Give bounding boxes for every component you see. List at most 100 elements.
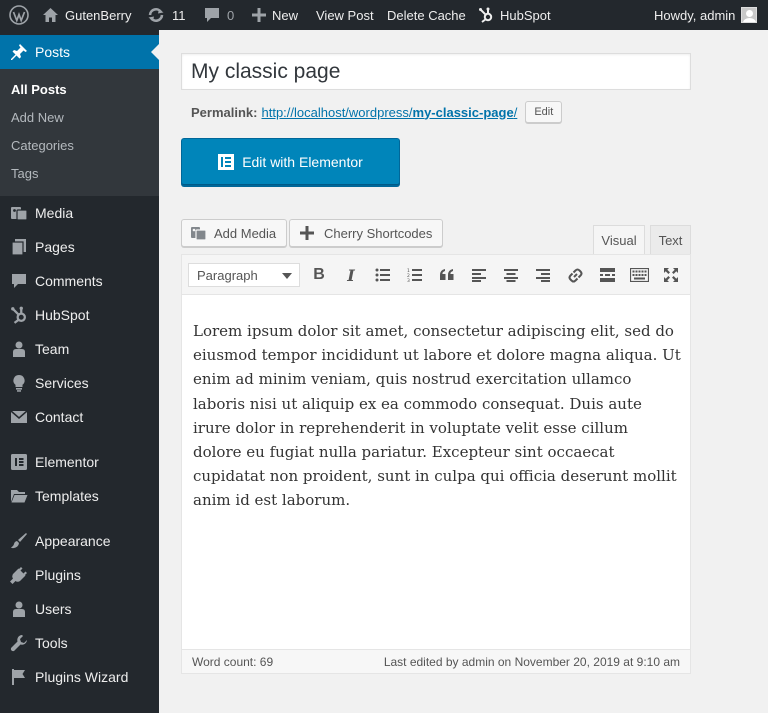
sidebar-item-templates[interactable]: Templates bbox=[0, 479, 159, 513]
svg-text:3: 3 bbox=[407, 278, 410, 282]
sidebar-item-label: Team bbox=[35, 341, 70, 357]
comments-link[interactable]: 0 bbox=[203, 0, 234, 30]
wrench-icon bbox=[0, 634, 35, 652]
site-name-link[interactable]: GutenBerry bbox=[42, 0, 131, 30]
sidebar-item-media[interactable]: Media bbox=[0, 196, 159, 230]
editor-content[interactable]: Lorem ipsum dolor sit amet, consectetur … bbox=[193, 319, 681, 513]
howdy-label: Howdy, admin bbox=[654, 7, 736, 23]
align-right-button[interactable] bbox=[532, 265, 554, 285]
sidebar-item-comments[interactable]: Comments bbox=[0, 264, 159, 298]
add-media-button[interactable]: Add Media bbox=[181, 219, 288, 247]
permalink-row: Permalink: http://localhost/wordpress/my… bbox=[191, 101, 563, 123]
home-icon bbox=[43, 8, 58, 22]
bold-icon: B bbox=[313, 266, 325, 283]
format-select[interactable]: Paragraph bbox=[188, 263, 300, 287]
sidebar-item-label: Plugins Wizard bbox=[35, 669, 129, 685]
view-post-label: View Post bbox=[316, 7, 374, 23]
sidebar-item-label: Services bbox=[35, 375, 89, 391]
sidebar-item-plugins-wizard[interactable]: Plugins Wizard bbox=[0, 660, 159, 694]
sidebar-item-label: Contact bbox=[35, 409, 84, 425]
submenu-categories[interactable]: Categories bbox=[11, 138, 74, 153]
person-icon bbox=[0, 340, 35, 358]
italic-button[interactable]: I bbox=[340, 265, 362, 285]
word-count: Word count: 69 bbox=[192, 654, 274, 669]
new-label: New bbox=[272, 7, 299, 23]
edit-slug-button[interactable]: Edit bbox=[525, 101, 563, 123]
align-left-button[interactable] bbox=[468, 265, 490, 285]
sidebar-item-label: Elementor bbox=[35, 454, 99, 470]
edit-with-elementor-button[interactable]: Edit with Elementor bbox=[181, 138, 400, 185]
sidebar-item-appearance[interactable]: Appearance bbox=[0, 524, 159, 558]
submenu-all-posts[interactable]: All Posts bbox=[11, 82, 67, 97]
updates-count: 11 bbox=[172, 7, 186, 23]
toolbar-toggle-button[interactable] bbox=[628, 265, 650, 285]
new-content-link[interactable]: New bbox=[252, 0, 298, 30]
comments-icon bbox=[0, 272, 35, 290]
chevron-down-icon bbox=[282, 273, 292, 279]
my-account-link[interactable]: Howdy, admin bbox=[654, 0, 758, 30]
fullscreen-icon bbox=[664, 268, 678, 282]
bold-button[interactable]: B bbox=[308, 265, 330, 285]
read-more-button[interactable] bbox=[596, 265, 618, 285]
sidebar-item-label: Users bbox=[35, 601, 72, 617]
comment-icon bbox=[205, 8, 219, 22]
sidebar-item-label: Templates bbox=[35, 488, 99, 504]
tab-text-label: Text bbox=[658, 233, 683, 248]
sidebar-item-hubspot[interactable]: HubSpot bbox=[0, 298, 159, 332]
tab-visual-label: Visual bbox=[601, 233, 637, 248]
elementor-button-label: Edit with Elementor bbox=[242, 153, 363, 170]
hubspot-adminbar-link[interactable]: HubSpot bbox=[478, 0, 551, 30]
blockquote-button[interactable] bbox=[436, 265, 458, 285]
delete-cache-link[interactable]: Delete Cache bbox=[387, 0, 466, 30]
sidebar-item-contact[interactable]: Contact bbox=[0, 400, 159, 434]
updates-link[interactable]: 11 bbox=[146, 0, 186, 30]
bulleted-list-icon bbox=[375, 268, 390, 282]
admin-sidebar: Posts All Posts Add New Categories Tags … bbox=[0, 30, 159, 713]
blockquote-icon bbox=[440, 269, 454, 280]
submenu-tags[interactable]: Tags bbox=[11, 166, 38, 181]
users-icon bbox=[0, 600, 35, 618]
hubspot-label: HubSpot bbox=[500, 7, 551, 23]
sidebar-item-team[interactable]: Team bbox=[0, 332, 159, 366]
cherry-shortcodes-label: Cherry Shortcodes bbox=[324, 225, 433, 241]
plus-icon bbox=[252, 8, 266, 22]
wordpress-logo-icon[interactable] bbox=[9, 0, 29, 30]
sidebar-item-label: Pages bbox=[35, 239, 75, 255]
avatar bbox=[741, 7, 758, 23]
cherry-shortcodes-button[interactable]: Cherry Shortcodes bbox=[289, 219, 444, 247]
sidebar-item-posts[interactable]: Posts bbox=[0, 35, 159, 69]
submenu-add-new[interactable]: Add New bbox=[11, 110, 64, 125]
plus-icon bbox=[300, 226, 314, 240]
tab-text[interactable]: Text bbox=[650, 225, 691, 255]
lightbulb-icon bbox=[0, 374, 35, 392]
sidebar-item-users[interactable]: Users bbox=[0, 592, 159, 626]
insert-link-button[interactable] bbox=[564, 265, 586, 285]
view-post-link[interactable]: View Post bbox=[316, 0, 374, 30]
plug-icon bbox=[0, 566, 35, 584]
numbered-list-icon: 123 bbox=[407, 268, 422, 282]
folder-icon bbox=[0, 487, 35, 505]
align-left-icon bbox=[472, 269, 486, 282]
align-center-icon bbox=[504, 269, 518, 282]
sidebar-item-label: Appearance bbox=[35, 533, 111, 549]
bulleted-list-button[interactable] bbox=[372, 265, 394, 285]
fullscreen-button[interactable] bbox=[660, 265, 682, 285]
sidebar-item-services[interactable]: Services bbox=[0, 366, 159, 400]
envelope-icon bbox=[0, 408, 35, 426]
link-icon bbox=[568, 268, 582, 282]
sidebar-item-tools[interactable]: Tools bbox=[0, 626, 159, 660]
tab-visual[interactable]: Visual bbox=[593, 225, 645, 255]
pushpin-icon bbox=[0, 43, 35, 61]
add-media-icon bbox=[191, 226, 207, 241]
align-center-button[interactable] bbox=[500, 265, 522, 285]
numbered-list-button[interactable]: 123 bbox=[404, 265, 426, 285]
sidebar-item-pages[interactable]: Pages bbox=[0, 230, 159, 264]
post-title-input[interactable]: My classic page bbox=[181, 53, 691, 90]
hubspot-icon bbox=[0, 306, 35, 324]
admin-bar: GutenBerry 11 0 New View Post Delete Cac… bbox=[0, 0, 768, 30]
sidebar-item-plugins[interactable]: Plugins bbox=[0, 558, 159, 592]
permalink-link[interactable]: http://localhost/wordpress/my-classic-pa… bbox=[261, 105, 517, 120]
sidebar-item-label: Tools bbox=[35, 635, 68, 651]
sidebar-item-elementor[interactable]: Elementor bbox=[0, 445, 159, 479]
sidebar-item-label: Posts bbox=[35, 44, 71, 60]
